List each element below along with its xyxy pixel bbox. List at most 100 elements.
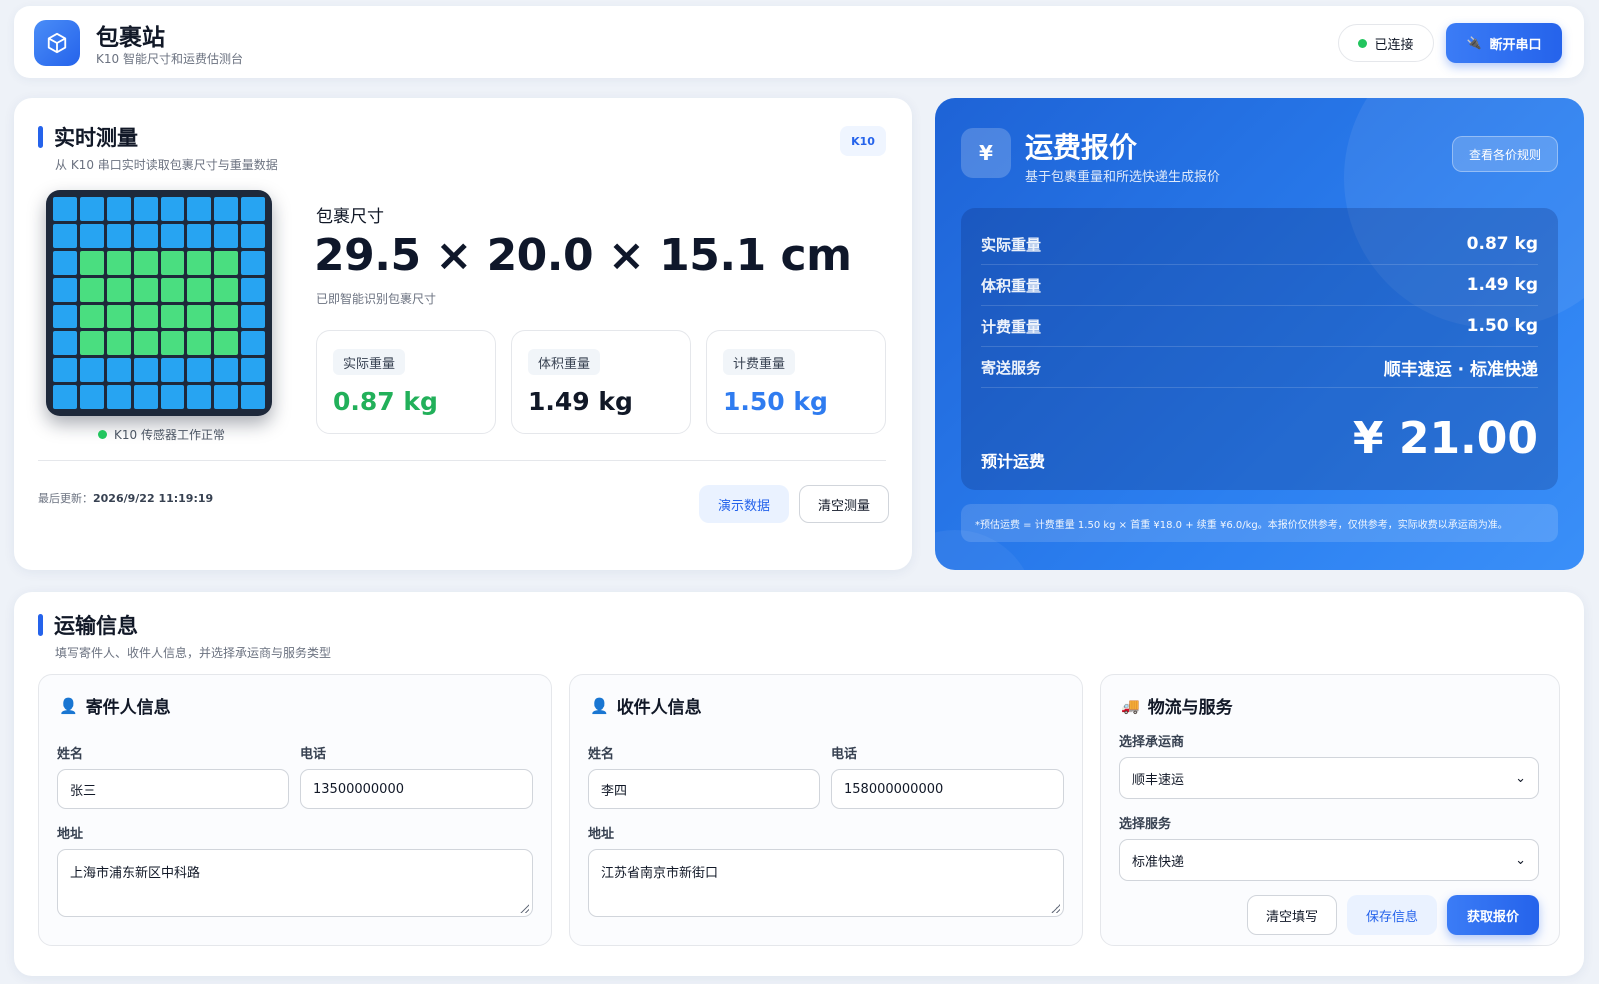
actual-weight-value: 0.87 kg <box>333 387 438 416</box>
quote-row-value: 顺丰速运 · 标准快递 <box>1383 359 1538 380</box>
carrier-select[interactable]: 顺丰速运 ⌄ <box>1119 757 1539 799</box>
volumetric-weight-value: 1.49 kg <box>528 387 633 416</box>
receiver-address-textarea[interactable]: 江苏省南京市新街口 <box>588 849 1064 917</box>
disconnect-serial-button[interactable]: 🔌 断开串口 <box>1446 23 1562 63</box>
matrix-cell <box>106 385 131 409</box>
sensor-matrix <box>46 190 272 416</box>
shipping-card: 运输信息 填写寄件人、收件人信息，并选择承运商与服务类型 👤 寄件人信息 姓名 … <box>14 592 1584 976</box>
sender-address-value: 上海市浦东新区中科路 <box>70 866 201 881</box>
matrix-cell <box>214 250 239 275</box>
matrix-cell <box>214 358 239 383</box>
connection-status: 已连接 <box>1338 24 1434 62</box>
dimension-note: 已即智能识别包裹尺寸 <box>316 292 437 306</box>
device-tag: K10 <box>840 126 886 156</box>
user-icon: 👤 <box>59 696 78 715</box>
receiver-phone-label: 电话 <box>831 747 858 762</box>
sender-title: 寄件人信息 <box>85 698 171 718</box>
measure-subtitle: 从 K10 串口实时读取包裹尺寸与重量数据 <box>55 158 278 172</box>
pricing-rules-button[interactable]: 查看各价规则 <box>1452 136 1558 172</box>
quote-row-key: 实际重量 <box>981 235 1042 254</box>
sensor-status: K10 传感器工作正常 <box>98 426 225 443</box>
service-label: 选择服务 <box>1119 817 1172 832</box>
measure-card: 实时测量 从 K10 串口实时读取包裹尺寸与重量数据 K10 K10 传感器工作… <box>14 98 912 570</box>
matrix-cell <box>53 385 77 409</box>
sender-name-label: 姓名 <box>57 747 84 762</box>
clear-measure-button[interactable]: 清空测量 <box>799 485 889 523</box>
last-update: 最后更新：2026/9/22 11:19:19 <box>38 490 213 506</box>
quote-row: 寄送服务 顺丰速运 · 标准快递 <box>981 347 1538 388</box>
dimension-label: 包裹尺寸 <box>316 207 384 227</box>
matrix-cell <box>133 223 158 248</box>
quote-row-value: 0.87 kg <box>1466 234 1538 254</box>
disconnect-serial-label: 断开串口 <box>1489 37 1542 53</box>
shipping-subtitle: 填写寄件人、收件人信息，并选择承运商与服务类型 <box>55 646 332 660</box>
matrix-cell <box>241 331 265 356</box>
receiver-card: 👤 收件人信息 姓名 电话 李四 158000000000 地址 江苏省南京市新… <box>569 674 1083 946</box>
matrix-cell <box>160 304 185 329</box>
carrier-label: 选择承运商 <box>1119 735 1185 750</box>
logistics-title: 物流与服务 <box>1147 698 1233 718</box>
sender-name-input[interactable]: 张三 <box>57 769 289 809</box>
matrix-cell <box>214 304 239 329</box>
matrix-cell <box>214 197 239 221</box>
matrix-cell <box>187 358 212 383</box>
measure-title: 实时测量 <box>54 126 138 150</box>
matrix-cell <box>53 358 77 383</box>
app-subtitle: K10 智能尺寸和运费估测台 <box>96 52 243 66</box>
receiver-heading: 👤 收件人信息 <box>590 693 702 719</box>
matrix-cell <box>53 304 77 329</box>
matrix-cell <box>106 223 131 248</box>
app-header: 包裹站 K10 智能尺寸和运费估测台 已连接 🔌 断开串口 <box>14 6 1584 78</box>
chevron-down-icon: ⌄ <box>1515 852 1526 868</box>
matrix-cell <box>214 223 239 248</box>
matrix-cell <box>241 385 265 409</box>
section-accent <box>38 614 43 636</box>
matrix-cell <box>241 223 265 248</box>
quote-row-value: 1.50 kg <box>1466 316 1538 336</box>
matrix-cell <box>106 197 131 221</box>
sender-address-textarea[interactable]: 上海市浦东新区中科路 <box>57 849 533 917</box>
actual-weight-label: 实际重量 <box>333 349 406 375</box>
truck-icon: 🚚 <box>1121 696 1140 715</box>
logistics-heading: 🚚 物流与服务 <box>1121 693 1233 719</box>
quote-row: 体积重量 1.49 kg <box>981 265 1538 306</box>
matrix-cell <box>79 358 104 383</box>
resize-handle-icon[interactable] <box>1051 904 1060 913</box>
matrix-cell <box>241 277 265 302</box>
quote-row-value: 1.49 kg <box>1466 275 1538 295</box>
matrix-cell <box>160 358 185 383</box>
billing-weight-box: 计费重量 1.50 kg <box>706 330 886 434</box>
save-info-button[interactable]: 保存信息 <box>1347 895 1437 935</box>
app-title: 包裹站 <box>96 25 165 51</box>
resize-handle-icon[interactable] <box>520 904 529 913</box>
sender-phone-input[interactable]: 13500000000 <box>300 769 533 809</box>
matrix-cell <box>160 385 185 409</box>
matrix-cell <box>106 304 131 329</box>
receiver-name-input[interactable]: 李四 <box>588 769 820 809</box>
matrix-cell <box>241 358 265 383</box>
matrix-cell <box>53 250 77 275</box>
yen-icon: ¥ <box>961 128 1011 178</box>
quote-row-key: 寄送服务 <box>981 358 1042 377</box>
matrix-cell <box>160 223 185 248</box>
matrix-cell <box>214 385 239 409</box>
sender-heading: 👤 寄件人信息 <box>59 693 171 719</box>
sensor-matrix-grid <box>53 197 265 409</box>
receiver-address-label: 地址 <box>588 827 615 842</box>
logistics-card: 🚚 物流与服务 选择承运商 顺丰速运 ⌄ 选择服务 标准快递 ⌄ 清空填写 保存… <box>1100 674 1560 946</box>
matrix-cell <box>53 197 77 221</box>
matrix-cell <box>214 331 239 356</box>
matrix-cell <box>106 277 131 302</box>
matrix-cell <box>241 250 265 275</box>
matrix-cell <box>187 250 212 275</box>
clear-form-button[interactable]: 清空填写 <box>1247 895 1337 935</box>
receiver-phone-input[interactable]: 158000000000 <box>831 769 1064 809</box>
matrix-cell <box>160 197 185 221</box>
service-select[interactable]: 标准快递 ⌄ <box>1119 839 1539 881</box>
demo-data-button[interactable]: 演示数据 <box>699 485 789 523</box>
sender-card: 👤 寄件人信息 姓名 电话 张三 13500000000 地址 上海市浦东新区中… <box>38 674 552 946</box>
matrix-cell <box>133 250 158 275</box>
actual-weight-box: 实际重量 0.87 kg <box>316 330 496 434</box>
matrix-cell <box>160 250 185 275</box>
get-quote-button[interactable]: 获取报价 <box>1447 895 1539 935</box>
